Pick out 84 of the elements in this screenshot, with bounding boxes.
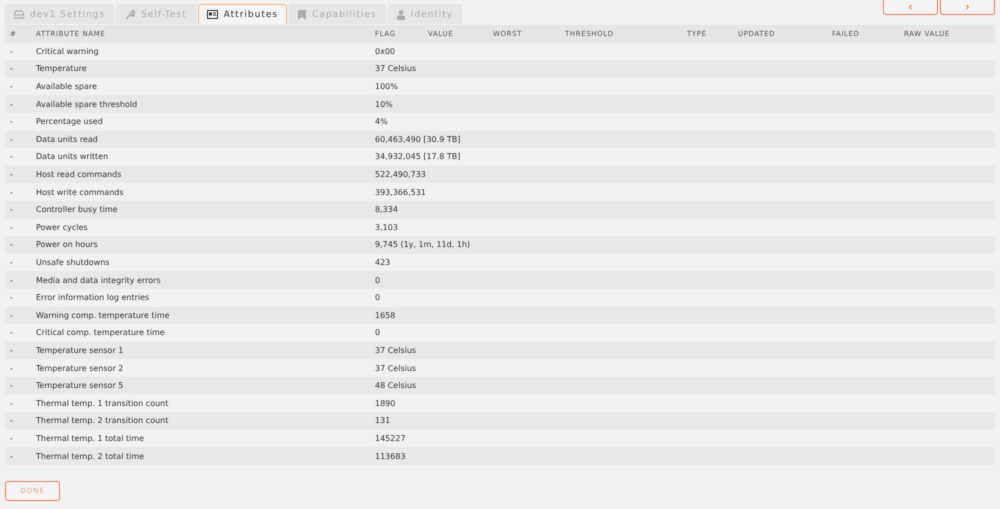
table-cell-text: - — [10, 310, 14, 320]
table-cell-text: Critical comp. temperature time — [36, 328, 166, 338]
table-cell-text: Thermal temp. 1 transition count — [36, 398, 170, 408]
table-cell-text: - — [10, 100, 14, 109]
table-cell-text: - — [10, 276, 14, 285]
drive-icon — [14, 10, 24, 19]
table-cell-text: - — [10, 205, 14, 214]
table-cell-text: 0 — [375, 328, 382, 338]
table-cell-text: 48 Celsius — [375, 381, 418, 390]
table-cell-text: - — [10, 328, 14, 338]
table-cell-text: - — [10, 222, 14, 232]
table-cell-text: Media and data integrity errors — [36, 276, 162, 285]
table-cell-text: - — [10, 82, 14, 92]
table-cell-text: Temperature sensor 2 — [36, 364, 124, 373]
table-cell-text: Available spare threshold — [36, 100, 138, 109]
table-cell-text: 131 — [375, 416, 392, 426]
id-card-icon — [206, 10, 218, 19]
table-cell-text: Percentage used — [36, 117, 104, 126]
table-cell-text: Unsafe shutdowns — [36, 258, 110, 268]
table-cell-text: - — [10, 293, 14, 302]
table-cell-text: 34,932,045 [17.8 TB] — [375, 152, 462, 162]
table-cell-text: 37 Celsius — [375, 364, 418, 373]
next-button[interactable]: › — [940, 0, 995, 15]
table-cell-text: Data units written — [36, 152, 110, 162]
tab[interactable]: Capabilities — [289, 4, 386, 24]
table-cell-text: 60,463,490 [30.9 TB] — [375, 134, 462, 144]
previous-button[interactable]: ‹ — [883, 0, 938, 15]
table-cell-text: - — [10, 364, 14, 373]
bookmark-icon — [298, 10, 306, 20]
table-cell-text: Temperature sensor 5 — [36, 381, 124, 390]
table-cell-text: 423 — [375, 258, 392, 268]
table-cell-text: Controller busy time — [36, 205, 119, 214]
wrench-icon — [125, 10, 136, 20]
table-cell-text: 9,745 (1y, 1m, 11d, 1h) — [375, 240, 472, 250]
tab[interactable]: Attributes — [198, 4, 288, 24]
table-cell-text: 145227 — [375, 434, 407, 443]
user-icon — [396, 10, 405, 20]
table-cell-text: - — [10, 117, 14, 126]
table-cell-text: Host write commands — [36, 188, 125, 197]
table-cell-text: - — [10, 258, 14, 268]
table-cell-text: Data units read — [36, 134, 99, 144]
table-cell-text: 0 — [375, 276, 382, 285]
table-cell-text: Error information log entries — [36, 293, 150, 302]
table-cell-text: - — [10, 64, 14, 74]
table-cell-text: - — [10, 398, 14, 408]
table-cell-text: - — [10, 434, 14, 443]
table-cell-text: - — [10, 346, 14, 355]
table-cell-text: 1890 — [375, 398, 396, 408]
table-cell-text: 113683 — [375, 452, 407, 461]
table-cell-text: Temperature — [36, 64, 88, 74]
table-cell-text: Host read commands — [36, 170, 122, 180]
table-cell-text: 0 — [375, 293, 382, 302]
table-cell-text: 0x00 — [375, 46, 396, 56]
table-cell-text: Thermal temp. 1 total time — [36, 434, 146, 443]
table-cell-text: 522,490,733 — [375, 170, 427, 180]
table-cell-text: Power on hours — [36, 240, 99, 250]
table-cell-text: 10% — [375, 100, 394, 109]
table-cell-text: - — [10, 46, 14, 56]
tab[interactable]: dev1 Settings — [5, 4, 114, 24]
table-cell-text: 8,334 — [375, 205, 399, 214]
table-cell-text: - — [10, 188, 14, 197]
table-cell-text: Warning comp. temperature time — [36, 310, 171, 320]
table-cell-text: 3,103 — [375, 222, 399, 232]
table-cell-text: - — [10, 134, 14, 144]
tab[interactable]: Self-Test — [116, 4, 196, 24]
table-cell-text: 37 Celsius — [375, 346, 418, 355]
tab[interactable]: Identity — [388, 4, 462, 24]
table-cell-text: Temperature sensor 1 — [36, 346, 124, 355]
table-cell-text: - — [10, 170, 14, 180]
table-cell-text: - — [10, 152, 14, 162]
table-cell-text: - — [10, 240, 14, 250]
table-cell-text: Thermal temp. 2 total time — [36, 452, 146, 461]
table-cell-text: Critical warning — [36, 46, 100, 56]
table-cell-text: Thermal temp. 2 transition count — [36, 416, 170, 426]
table-cell-text: Available spare — [36, 82, 98, 92]
table-cell-text: 37 Celsius — [375, 64, 418, 74]
table-cell-text: - — [10, 452, 14, 461]
table-cell-text: - — [10, 381, 14, 390]
table-cell-text: Power cycles — [36, 222, 89, 232]
table-cell-text: 4% — [375, 117, 389, 126]
table-cell-text: 100% — [375, 82, 399, 92]
table-cell-text: 1658 — [375, 310, 396, 320]
table-cell-text: - — [10, 416, 14, 426]
table-cell-text: 393,366,531 — [375, 188, 427, 197]
